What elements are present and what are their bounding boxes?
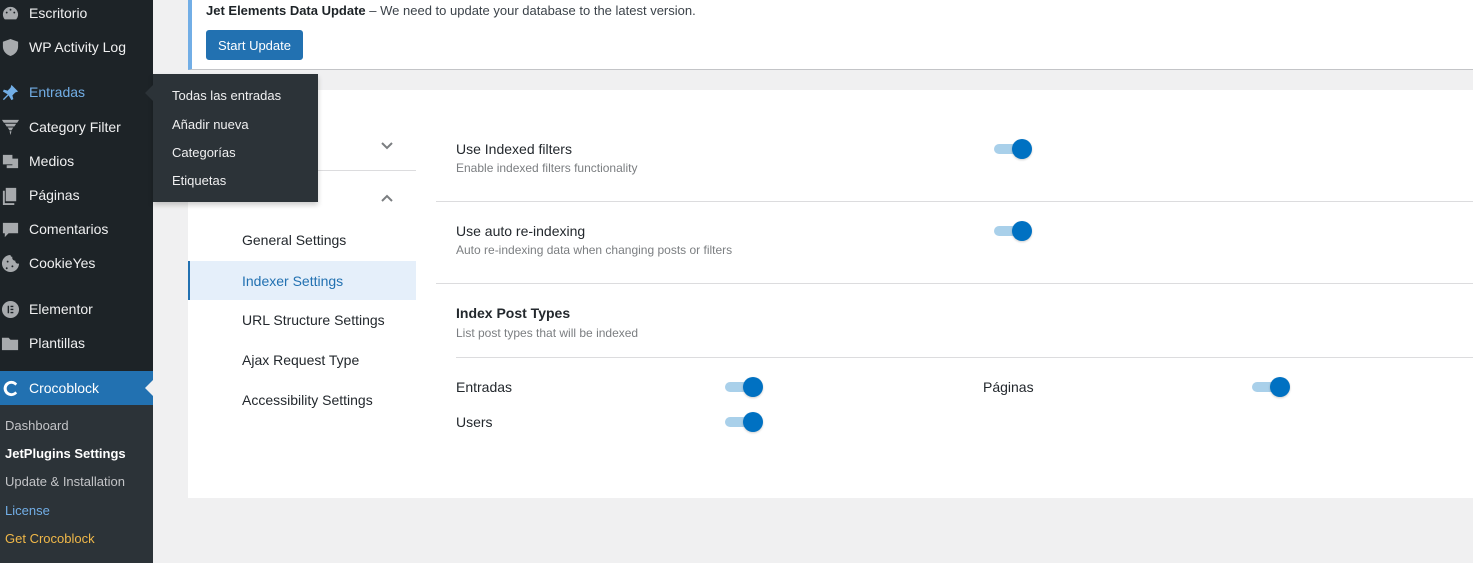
nav-general-settings[interactable]: General Settings [188,220,416,259]
toggle-knob [1270,377,1290,397]
menu-label: CookieYes [29,255,96,271]
setting-title: Index Post Types [456,305,571,321]
post-type-label-users: Users [456,414,493,430]
menu-label: Medios [29,153,75,169]
submenu-update-installation[interactable]: Update & Installation [5,474,125,489]
elementor-icon [0,299,20,319]
toggle-knob [1012,139,1032,159]
post-type-paginas-toggle[interactable] [1252,377,1290,397]
menu-label: Páginas [29,187,80,203]
toggle-knob [743,377,763,397]
menu-item-escritorio[interactable]: Escritorio [0,0,153,30]
setting-title: Use Indexed filters [456,141,572,157]
nav-url-structure-settings[interactable]: URL Structure Settings [188,300,416,339]
post-type-users-toggle[interactable] [725,412,763,432]
crocoblock-icon [0,378,20,398]
settings-panel: General Settings Indexer Settings URL St… [188,90,1473,498]
menu-label: Comentarios [29,221,109,237]
crocoblock-submenu: Dashboard JetPlugins Settings Update & I… [0,405,153,563]
menu-label: Escritorio [29,5,88,21]
admin-sidebar: Escritorio WP Activity Log Entradas Cate… [0,0,153,563]
use-auto-reindexing-toggle[interactable] [994,221,1032,241]
submenu-license[interactable]: License [5,503,50,518]
setting-description: Auto re-indexing data when changing post… [456,243,733,257]
menu-label: Plantillas [29,335,86,351]
filter-logo-icon [0,117,20,137]
menu-item-cookieyes[interactable]: CookieYes [0,246,153,280]
start-update-button[interactable]: Start Update [206,30,303,60]
toggle-knob [743,412,763,432]
nav-accessibility-settings[interactable]: Accessibility Settings [188,380,416,419]
menu-label: Elementor [29,301,93,317]
notice-title: Jet Elements Data Update [206,3,366,18]
pages-icon [0,185,20,205]
setting-divider [436,283,1473,284]
flyout-item-etiquetas[interactable]: Etiquetas [172,173,226,188]
menu-item-wp-activity-log[interactable]: WP Activity Log [0,30,153,64]
flyout-item-todas-las-entradas[interactable]: Todas las entradas [172,88,281,103]
menu-item-elementor[interactable]: Elementor [0,292,153,326]
chevron-up-icon [380,191,394,205]
post-type-entradas-toggle[interactable] [725,377,763,397]
setting-title: Use auto re-indexing [456,223,586,239]
menu-label: WP Activity Log [29,39,127,55]
shield-icon [0,37,20,57]
setting-divider [456,357,1473,358]
setting-description: Enable indexed filters functionality [456,161,638,175]
flyout-item-anadir-nueva[interactable]: Añadir nueva [172,117,249,132]
menu-item-category-filter[interactable]: Category Filter [0,110,153,144]
post-type-label-paginas: Páginas [983,379,1034,395]
cookie-icon [0,253,20,273]
toggle-knob [1012,221,1032,241]
menu-item-medios[interactable]: Medios [0,144,153,178]
menu-item-crocoblock[interactable]: Crocoblock [0,371,153,405]
setting-description: List post types that will be indexed [456,326,639,340]
nav-indexer-settings[interactable]: Indexer Settings [188,261,416,300]
setting-divider [436,201,1473,202]
chevron-down-icon [380,139,394,153]
nav-ajax-request-type[interactable]: Ajax Request Type [188,340,416,379]
comment-icon [0,219,20,239]
flyout-item-categorias[interactable]: Categorías [172,145,236,160]
menu-item-entradas[interactable]: Entradas [0,75,153,109]
current-menu-arrow [145,380,153,396]
menu-item-plantillas[interactable]: Plantillas [0,326,153,360]
dashboard-icon [0,3,20,23]
submenu-dashboard[interactable]: Dashboard [5,418,69,433]
menu-item-paginas[interactable]: Páginas [0,178,153,212]
submenu-get-crocoblock[interactable]: Get Crocoblock [5,531,95,546]
entradas-flyout-menu: Todas las entradas Añadir nueva Categorí… [145,74,318,202]
notice-separator: – [365,3,381,18]
update-notice: Jet Elements Data Update – We need to up… [188,0,1473,70]
folder-icon [0,333,20,353]
pushpin-icon [0,82,20,102]
post-type-label-entradas: Entradas [456,379,513,395]
menu-label: Entradas [29,84,86,100]
menu-item-comentarios[interactable]: Comentarios [0,212,153,246]
use-indexed-filters-toggle[interactable] [994,139,1032,159]
submenu-jetplugins-settings[interactable]: JetPlugins Settings [5,446,126,461]
menu-label: Category Filter [29,119,121,135]
notice-text: Jet Elements Data Update – We need to up… [206,3,696,18]
notice-message: We need to update your database to the l… [380,3,696,18]
media-icon [0,151,20,171]
menu-label: Crocoblock [29,380,100,396]
